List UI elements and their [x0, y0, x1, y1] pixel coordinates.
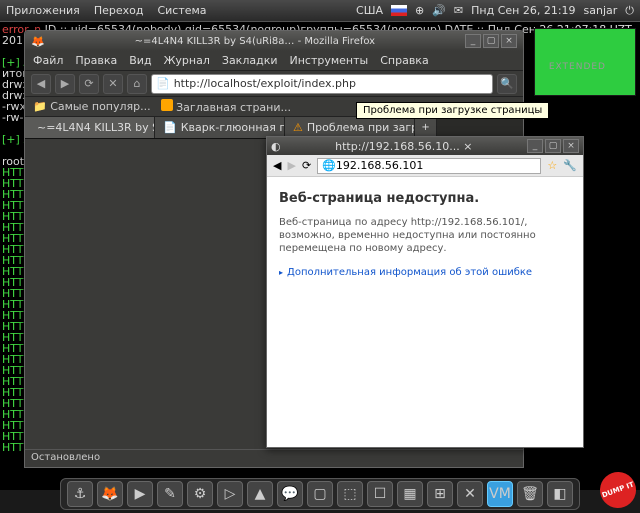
dock-vm-icon[interactable]: VM: [487, 481, 513, 507]
favicon: 📄: [156, 77, 170, 90]
reload-button[interactable]: ⟳: [302, 159, 311, 172]
clock[interactable]: Пнд Сен 26, 21:19: [471, 4, 575, 17]
menu-apps[interactable]: Приложения: [6, 4, 80, 17]
dock-play-icon[interactable]: ▷: [217, 481, 243, 507]
close-button[interactable]: ×: [501, 34, 517, 48]
dock-app-icon[interactable]: ▦: [397, 481, 423, 507]
back-button[interactable]: ◀: [273, 159, 281, 172]
menu-system[interactable]: Система: [157, 4, 206, 17]
warning-icon: ⚠: [293, 121, 303, 134]
dock-app-icon[interactable]: ✕: [457, 481, 483, 507]
dock-app-icon[interactable]: ⚙: [187, 481, 213, 507]
dock-app-icon[interactable]: ▶: [127, 481, 153, 507]
firefox-menubar: Файл Правка Вид Журнал Закладки Инструменты Сп…: [25, 51, 523, 71]
wrench-icon[interactable]: 🔧: [563, 159, 577, 172]
window-title: ~=4L4N4 KILL3R by S4(uRi8a… - Mozilla Fi…: [45, 36, 465, 47]
dock-firefox-icon[interactable]: 🦊: [97, 481, 123, 507]
window-title: http://192.168.56.10... ×: [281, 140, 527, 153]
url-bar[interactable]: 📄 http://localhost/exploit/index.php: [151, 74, 493, 94]
flag-icon: [391, 5, 407, 16]
menu-item[interactable]: Вид: [129, 54, 151, 67]
extended-label: EXTENDED: [549, 62, 606, 72]
new-tab-button[interactable]: +: [415, 117, 437, 138]
globe-icon: 🌐: [322, 159, 336, 172]
bookmark-item[interactable]: 📁 Самые популяр...: [33, 100, 151, 113]
dock-app-icon[interactable]: ◧: [547, 481, 573, 507]
maximize-button[interactable]: ▢: [483, 34, 499, 48]
dock-trash-icon[interactable]: 🗑: [517, 481, 543, 507]
dock-app-icon[interactable]: ☐: [367, 481, 393, 507]
network-icon[interactable]: ⊕: [415, 4, 424, 17]
minimize-button[interactable]: _: [527, 139, 543, 153]
firefox-titlebar[interactable]: 🦊 ~=4L4N4 KILL3R by S4(uRi8a… - Mozilla …: [25, 31, 523, 51]
keyboard-layout[interactable]: США: [356, 4, 383, 17]
dock-chat-icon[interactable]: 💬: [277, 481, 303, 507]
menu-item[interactable]: Справка: [380, 54, 428, 67]
error-page: Веб-страница недоступна. Веб-страница по…: [267, 177, 583, 292]
chromium-toolbar: ◀ ▶ ⟳ 🌐 192.168.56.101 ☆ 🔧: [267, 155, 583, 177]
menu-item[interactable]: Инструменты: [290, 54, 369, 67]
more-info-link[interactable]: Дополнительная информация об этой ошибке: [279, 267, 571, 278]
error-message: Веб-страница по адресу http://192.168.56…: [279, 216, 571, 255]
stop-button[interactable]: ✕: [103, 74, 123, 94]
back-button[interactable]: ◀: [31, 74, 51, 94]
tab[interactable]: 📄Кварк-глюонная плазма ...×: [155, 117, 285, 138]
status-bar: Остановлено: [25, 449, 523, 467]
chromium-icon: ◐: [271, 140, 281, 153]
dock-terminal-icon[interactable]: ▢: [307, 481, 333, 507]
dock: ⚓ 🦊 ▶ ✎ ⚙ ▷ ▲ 💬 ▢ ⬚ ☐ ▦ ⊞ ✕ VM 🗑 ◧: [60, 478, 580, 510]
tab[interactable]: ~=4L4N4 KILL3R by S4(uR...×: [25, 117, 155, 138]
user-menu[interactable]: sanjar: [584, 4, 618, 17]
dock-app-icon[interactable]: ✎: [157, 481, 183, 507]
bookmark-star-icon[interactable]: ☆: [547, 159, 557, 172]
chromium-window: ◐ http://192.168.56.10... × _ ▢ × ◀ ▶ ⟳ …: [266, 136, 584, 448]
menu-go[interactable]: Переход: [94, 4, 144, 17]
dock-anchor-icon[interactable]: ⚓: [67, 481, 93, 507]
menu-item[interactable]: Закладки: [222, 54, 278, 67]
minimize-button[interactable]: _: [465, 34, 481, 48]
gnome-panel: Приложения Переход Система США ⊕ 🔊 ✉ Пнд…: [0, 0, 640, 22]
reload-button[interactable]: ⟳: [79, 74, 99, 94]
forward-button[interactable]: ▶: [55, 74, 75, 94]
volume-icon[interactable]: 🔊: [432, 4, 446, 17]
dock-vlc-icon[interactable]: ▲: [247, 481, 273, 507]
tab[interactable]: ⚠Проблема при загрузке с...×: [285, 117, 415, 138]
dock-app-icon[interactable]: ⊞: [427, 481, 453, 507]
bookmark-item[interactable]: Заглавная страни...: [161, 99, 291, 114]
search-button[interactable]: 🔍: [497, 74, 517, 94]
url-text: http://localhost/exploit/index.php: [174, 77, 356, 90]
maximize-button[interactable]: ▢: [545, 139, 561, 153]
firefox-icon: 🦊: [31, 35, 45, 48]
power-icon[interactable]: ⏻: [625, 4, 634, 18]
dock-app-icon[interactable]: ⬚: [337, 481, 363, 507]
tooltip: Проблема при загрузке страницы: [356, 102, 549, 119]
omnibox[interactable]: 🌐 192.168.56.101: [317, 158, 541, 174]
menu-item[interactable]: Журнал: [164, 54, 210, 67]
menu-item[interactable]: Правка: [75, 54, 117, 67]
chromium-titlebar[interactable]: ◐ http://192.168.56.10... × _ ▢ ×: [267, 137, 583, 155]
firefox-navbar: ◀ ▶ ⟳ ✕ ⌂ 📄 http://localhost/exploit/ind…: [25, 71, 523, 97]
home-button[interactable]: ⌂: [127, 74, 147, 94]
menu-item[interactable]: Файл: [33, 54, 63, 67]
tab-favicon: 📄: [163, 121, 177, 134]
mail-icon[interactable]: ✉: [454, 4, 463, 17]
forward-button[interactable]: ▶: [287, 159, 295, 172]
close-button[interactable]: ×: [563, 139, 579, 153]
error-heading: Веб-страница недоступна.: [279, 191, 571, 206]
